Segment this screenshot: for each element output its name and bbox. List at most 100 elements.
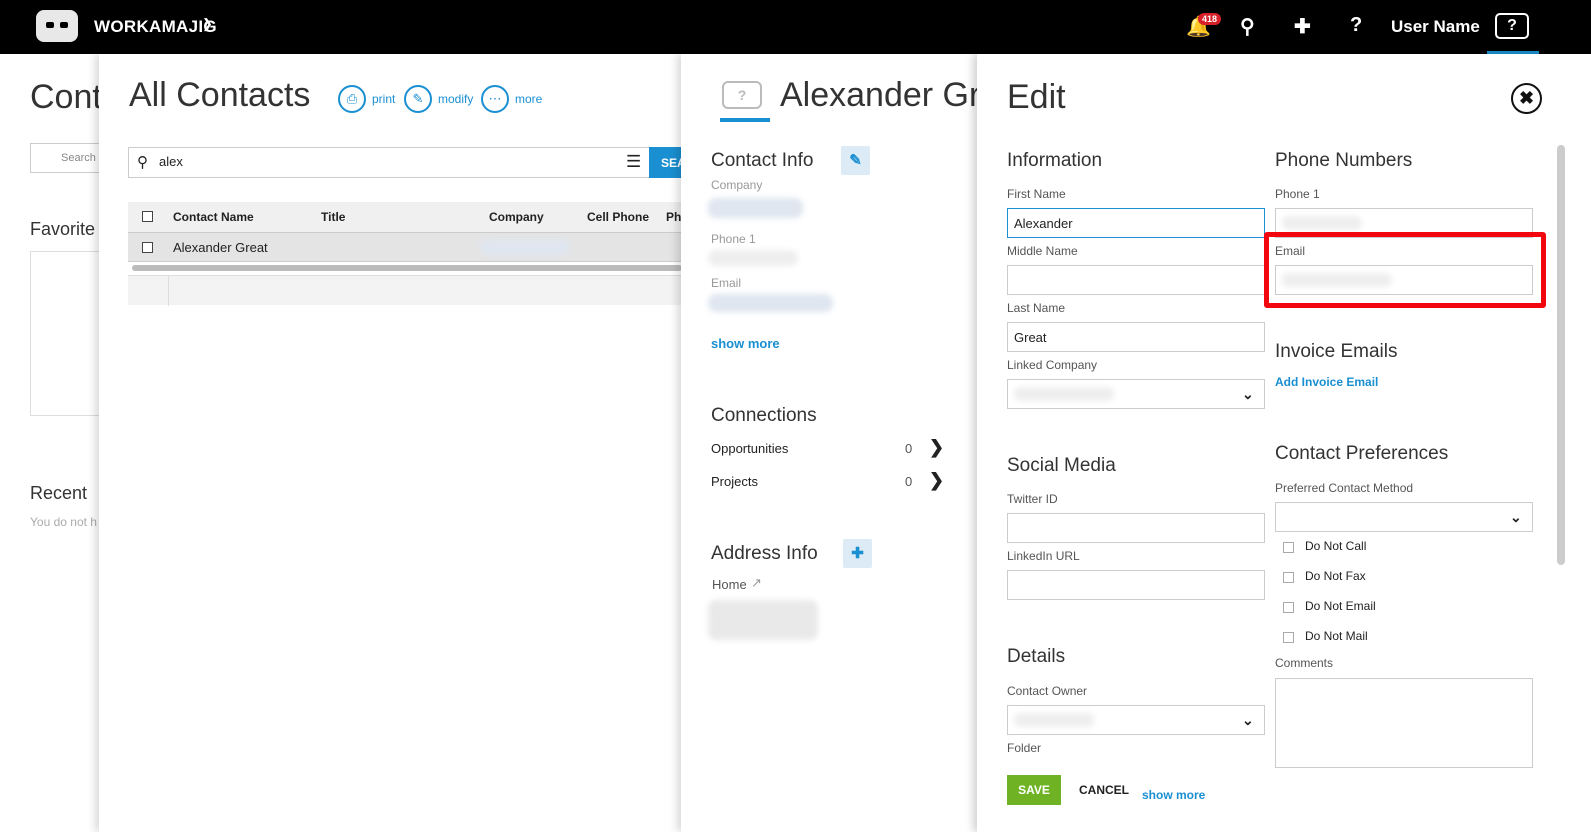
social-media-heading: Social Media (1007, 455, 1116, 476)
do-not-email-checkbox[interactable] (1283, 602, 1294, 613)
select-all-checkbox[interactable] (142, 211, 153, 222)
linked-company-label: Linked Company (1007, 358, 1098, 372)
search-input[interactable] (159, 154, 559, 169)
chevron-down-icon[interactable]: ⌄ (1242, 712, 1254, 729)
contact-avatar-icon: ? (722, 81, 762, 109)
show-more-link[interactable]: show more (711, 336, 780, 351)
do-not-mail-checkbox[interactable] (1283, 632, 1294, 643)
chevron-right-icon[interactable]: ❯ (929, 437, 944, 458)
help-box-icon[interactable]: ? (1495, 13, 1529, 39)
close-icon[interactable]: ✖ (1511, 83, 1542, 114)
redacted-company (480, 239, 570, 255)
save-button[interactable]: SAVE (1007, 775, 1061, 805)
more-button[interactable]: more (515, 92, 542, 106)
email-highlight-box (1264, 232, 1546, 308)
linkedin-label: LinkedIn URL (1007, 549, 1080, 563)
chevron-down-icon[interactable]: ❯ (202, 16, 213, 32)
redacted-phone (1282, 216, 1362, 230)
table-row[interactable]: Alexander Great (128, 232, 682, 262)
more-dots-icon[interactable]: ⋯ (481, 85, 509, 113)
preferred-method-select[interactable] (1275, 502, 1533, 532)
do-not-fax-checkbox[interactable] (1283, 572, 1294, 583)
notification-badge: 418 (1198, 13, 1222, 25)
phone-label: Phone 1 (711, 232, 756, 246)
do-not-fax-label[interactable]: Do Not Fax (1305, 569, 1366, 583)
company-label: Company (711, 178, 763, 192)
print-icon[interactable]: ⎙ (338, 85, 366, 113)
invoice-emails-heading: Invoice Emails (1275, 341, 1398, 362)
middle-name-field[interactable] (1007, 265, 1265, 295)
add-invoice-email-link[interactable]: Add Invoice Email (1275, 375, 1378, 389)
add-plus-icon[interactable]: ✚ (843, 539, 872, 568)
column-header-contact-name[interactable]: Contact Name (173, 210, 254, 224)
opportunities-count: 0 (905, 441, 913, 456)
brand-menu[interactable]: WORKAMAJIG (94, 17, 217, 37)
horizontal-scrollbar[interactable] (132, 265, 682, 271)
last-name-field[interactable] (1007, 322, 1265, 352)
contact-info-heading: Contact Info (711, 150, 814, 171)
search-button[interactable]: SEARCH (649, 147, 682, 178)
contact-owner-label: Contact Owner (1007, 684, 1088, 698)
help-icon[interactable]: ? (1350, 14, 1362, 37)
cancel-button[interactable]: CANCEL (1079, 783, 1129, 797)
chevron-down-icon[interactable]: ⌄ (1510, 509, 1522, 526)
edit-title: Edit (1007, 78, 1066, 116)
redacted-email-value (708, 294, 833, 312)
app-logo-icon[interactable] (36, 10, 78, 42)
plus-icon[interactable]: ✚ (1294, 14, 1311, 39)
contact-owner-select[interactable] (1007, 705, 1265, 735)
favorites-heading: Favorite (30, 219, 96, 239)
column-header-title[interactable]: Title (321, 210, 345, 224)
external-link-icon[interactable]: ↗ (751, 575, 762, 591)
do-not-call-checkbox[interactable] (1283, 542, 1294, 553)
chevron-right-icon[interactable]: ❯ (929, 470, 944, 491)
column-header-phone[interactable]: Ph (666, 210, 681, 224)
chevron-down-icon[interactable]: ⌄ (1242, 386, 1254, 403)
top-bar: WORKAMAJIG ❯ 🔔 418 ⚲ ✚ ? User Name ? (0, 0, 1591, 54)
do-not-call-label[interactable]: Do Not Call (1305, 539, 1366, 553)
search-icon: ⚲ (137, 154, 148, 171)
contact-name-heading: Alexander Great (780, 76, 978, 114)
first-name-label: First Name (1007, 187, 1066, 201)
redacted-company-value (708, 198, 803, 218)
edit-pencil-icon[interactable]: ✎ (841, 146, 870, 175)
show-more-link[interactable]: show more (1142, 788, 1205, 802)
redacted-phone-value (708, 250, 798, 266)
information-heading: Information (1007, 150, 1103, 171)
address-info-heading: Address Info (711, 543, 818, 564)
page-title: All Contacts (129, 76, 311, 114)
opportunities-label[interactable]: Opportunities (711, 441, 788, 456)
contact-preferences-heading: Contact Preferences (1275, 443, 1449, 464)
redacted-company-select (1014, 387, 1114, 401)
vertical-scrollbar[interactable] (1557, 145, 1565, 565)
column-header-company[interactable]: Company (489, 210, 544, 224)
phone1-label: Phone 1 (1275, 187, 1320, 201)
last-name-label: Last Name (1007, 301, 1066, 315)
do-not-email-label[interactable]: Do Not Email (1305, 599, 1376, 613)
search-bar: ⚲ ☰ (128, 147, 650, 178)
linkedin-field[interactable] (1007, 570, 1265, 600)
linked-company-select[interactable] (1007, 379, 1265, 409)
twitter-field[interactable] (1007, 513, 1265, 543)
row-checkbox[interactable] (142, 242, 153, 253)
table-footer (128, 275, 682, 306)
folder-label: Folder (1007, 741, 1042, 755)
recent-heading: Recent (30, 483, 88, 503)
hamburger-icon[interactable]: ☰ (626, 152, 641, 172)
user-menu[interactable]: User Name (1391, 17, 1480, 37)
contact-name-cell[interactable]: Alexander Great (173, 240, 268, 255)
comments-label: Comments (1275, 656, 1334, 670)
print-button[interactable]: print (372, 92, 395, 106)
comments-field[interactable] (1275, 678, 1533, 768)
column-header-cell-phone[interactable]: Cell Phone (587, 210, 649, 224)
search-icon[interactable]: ⚲ (1240, 14, 1255, 39)
first-name-field[interactable] (1007, 208, 1265, 238)
modify-button[interactable]: modify (438, 92, 473, 106)
phone-numbers-heading: Phone Numbers (1275, 150, 1413, 171)
email-label: Email (711, 276, 742, 290)
do-not-mail-label[interactable]: Do Not Mail (1305, 629, 1368, 643)
redacted-address (708, 600, 818, 640)
projects-label[interactable]: Projects (711, 474, 758, 489)
pencil-icon[interactable]: ✎ (404, 85, 432, 113)
home-label: Home (712, 577, 747, 592)
